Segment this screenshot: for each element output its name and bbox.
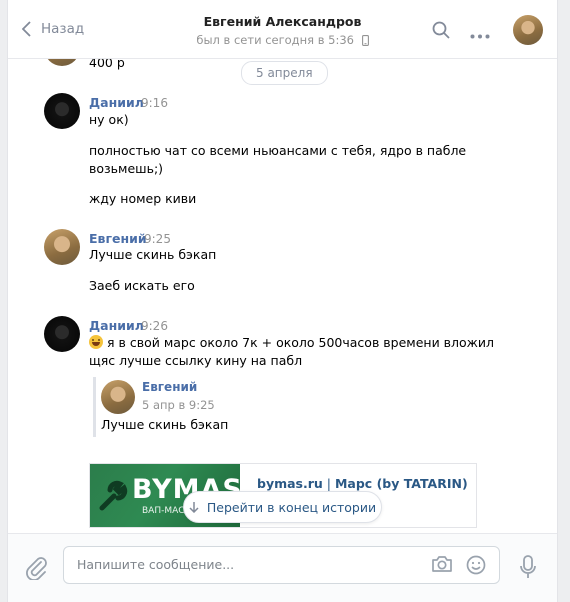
more-icon[interactable] (470, 28, 490, 43)
link-title[interactable]: bymas.ru | Марс (by TATARIN) (257, 476, 468, 491)
message-time[interactable]: 9:16 (141, 96, 168, 110)
avatar[interactable] (44, 316, 80, 352)
message-input[interactable]: Напишите сообщение... (63, 546, 500, 584)
mic-icon[interactable] (520, 555, 536, 583)
quote-avatar[interactable] (101, 380, 135, 414)
link-domain[interactable]: bymas.ru (257, 476, 323, 491)
composer: Напишите сообщение... (8, 533, 557, 602)
link-separator: | (322, 476, 335, 491)
smile-icon[interactable] (466, 555, 486, 579)
message-text: возьмешь;) (89, 161, 164, 176)
phone-icon (361, 35, 369, 49)
avatar[interactable] (44, 93, 80, 129)
date-separator: 5 апреля (241, 61, 328, 85)
chat-header: Назад Евгений Александров был в сети сег… (8, 0, 557, 59)
attach-icon[interactable] (26, 556, 48, 584)
message-time[interactable]: 9:26 (141, 319, 168, 333)
quote-date[interactable]: 5 апр в 9:25 (142, 398, 215, 412)
message-text: я в свой марс около 7к + около 500часов … (89, 334, 494, 352)
message-line: я в свой марс около 7к + около 500часов … (107, 335, 495, 350)
quote-text: Лучше скинь бэкап (101, 417, 229, 432)
chat-title[interactable]: Евгений Александров (8, 14, 557, 29)
quote-sender-name[interactable]: Евгений (142, 380, 197, 394)
message-text: щяс лучше ссылку кину на пабл (89, 353, 303, 368)
wrench-icon (99, 480, 128, 511)
arrow-down-icon (189, 502, 199, 513)
scroll-to-end-button[interactable]: Перейти в конец истории (183, 491, 382, 523)
laughing-emoji-icon (89, 335, 103, 349)
link-page-title[interactable]: Марс (by TATARIN) (335, 476, 468, 491)
contact-avatar[interactable] (513, 15, 543, 45)
message-text: Лучше скинь бэкап (89, 247, 217, 262)
message-time[interactable]: 9:25 (144, 232, 171, 246)
message-placeholder: Напишите сообщение... (77, 557, 235, 572)
scroll-to-end-label: Перейти в конец истории (206, 499, 377, 515)
message-text: полностью чат со всеми ньюансами с тебя,… (89, 143, 467, 158)
sender-name[interactable]: Даниил (89, 95, 144, 110)
search-icon[interactable] (432, 21, 450, 43)
status-text: был в сети сегодня в 5:36 (196, 33, 354, 47)
message-text: жду номер киви (89, 191, 197, 206)
link-image-subtitle: ВАП-МАС (142, 506, 185, 516)
quote-bar (93, 377, 96, 437)
sender-name[interactable]: Даниил (89, 318, 144, 333)
camera-icon[interactable] (431, 554, 453, 578)
message-text: Заеб искать его (89, 278, 195, 293)
message-text: ну ок) (89, 112, 129, 127)
avatar[interactable] (44, 229, 80, 265)
chat-panel: Назад Евгений Александров был в сети сег… (7, 0, 558, 602)
sender-name[interactable]: Евгений (89, 231, 147, 246)
